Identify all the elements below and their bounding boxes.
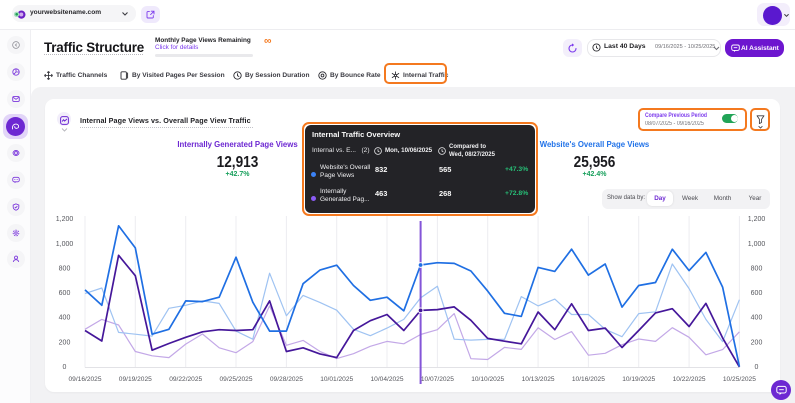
svg-text:10/25/2025: 10/25/2025	[723, 376, 756, 383]
svg-text:200: 200	[59, 339, 71, 346]
svg-text:09/25/2025: 09/25/2025	[219, 376, 252, 383]
svg-text:1,000: 1,000	[56, 241, 74, 248]
svg-text:0: 0	[755, 364, 759, 371]
svg-text:09/16/2025: 09/16/2025	[68, 376, 101, 383]
svg-text:800: 800	[751, 265, 763, 272]
svg-text:10/13/2025: 10/13/2025	[522, 376, 555, 383]
svg-text:600: 600	[59, 290, 71, 297]
svg-text:09/28/2025: 09/28/2025	[270, 376, 303, 383]
svg-text:10/04/2025: 10/04/2025	[370, 376, 403, 383]
svg-text:200: 200	[751, 339, 763, 346]
svg-text:09/22/2025: 09/22/2025	[169, 376, 202, 383]
svg-text:10/10/2025: 10/10/2025	[471, 376, 504, 383]
svg-text:600: 600	[751, 290, 763, 297]
svg-text:1,200: 1,200	[56, 216, 74, 223]
svg-text:10/22/2025: 10/22/2025	[673, 376, 706, 383]
svg-text:10/07/2025: 10/07/2025	[421, 376, 454, 383]
svg-text:1,200: 1,200	[748, 216, 766, 223]
svg-text:400: 400	[751, 315, 763, 322]
svg-text:10/19/2025: 10/19/2025	[622, 376, 655, 383]
svg-text:800: 800	[59, 265, 71, 272]
svg-text:10/01/2025: 10/01/2025	[320, 376, 353, 383]
svg-text:1,000: 1,000	[748, 241, 766, 248]
svg-text:0: 0	[63, 364, 67, 371]
svg-text:09/19/2025: 09/19/2025	[119, 376, 152, 383]
svg-text:400: 400	[59, 315, 71, 322]
svg-text:10/16/2025: 10/16/2025	[572, 376, 605, 383]
